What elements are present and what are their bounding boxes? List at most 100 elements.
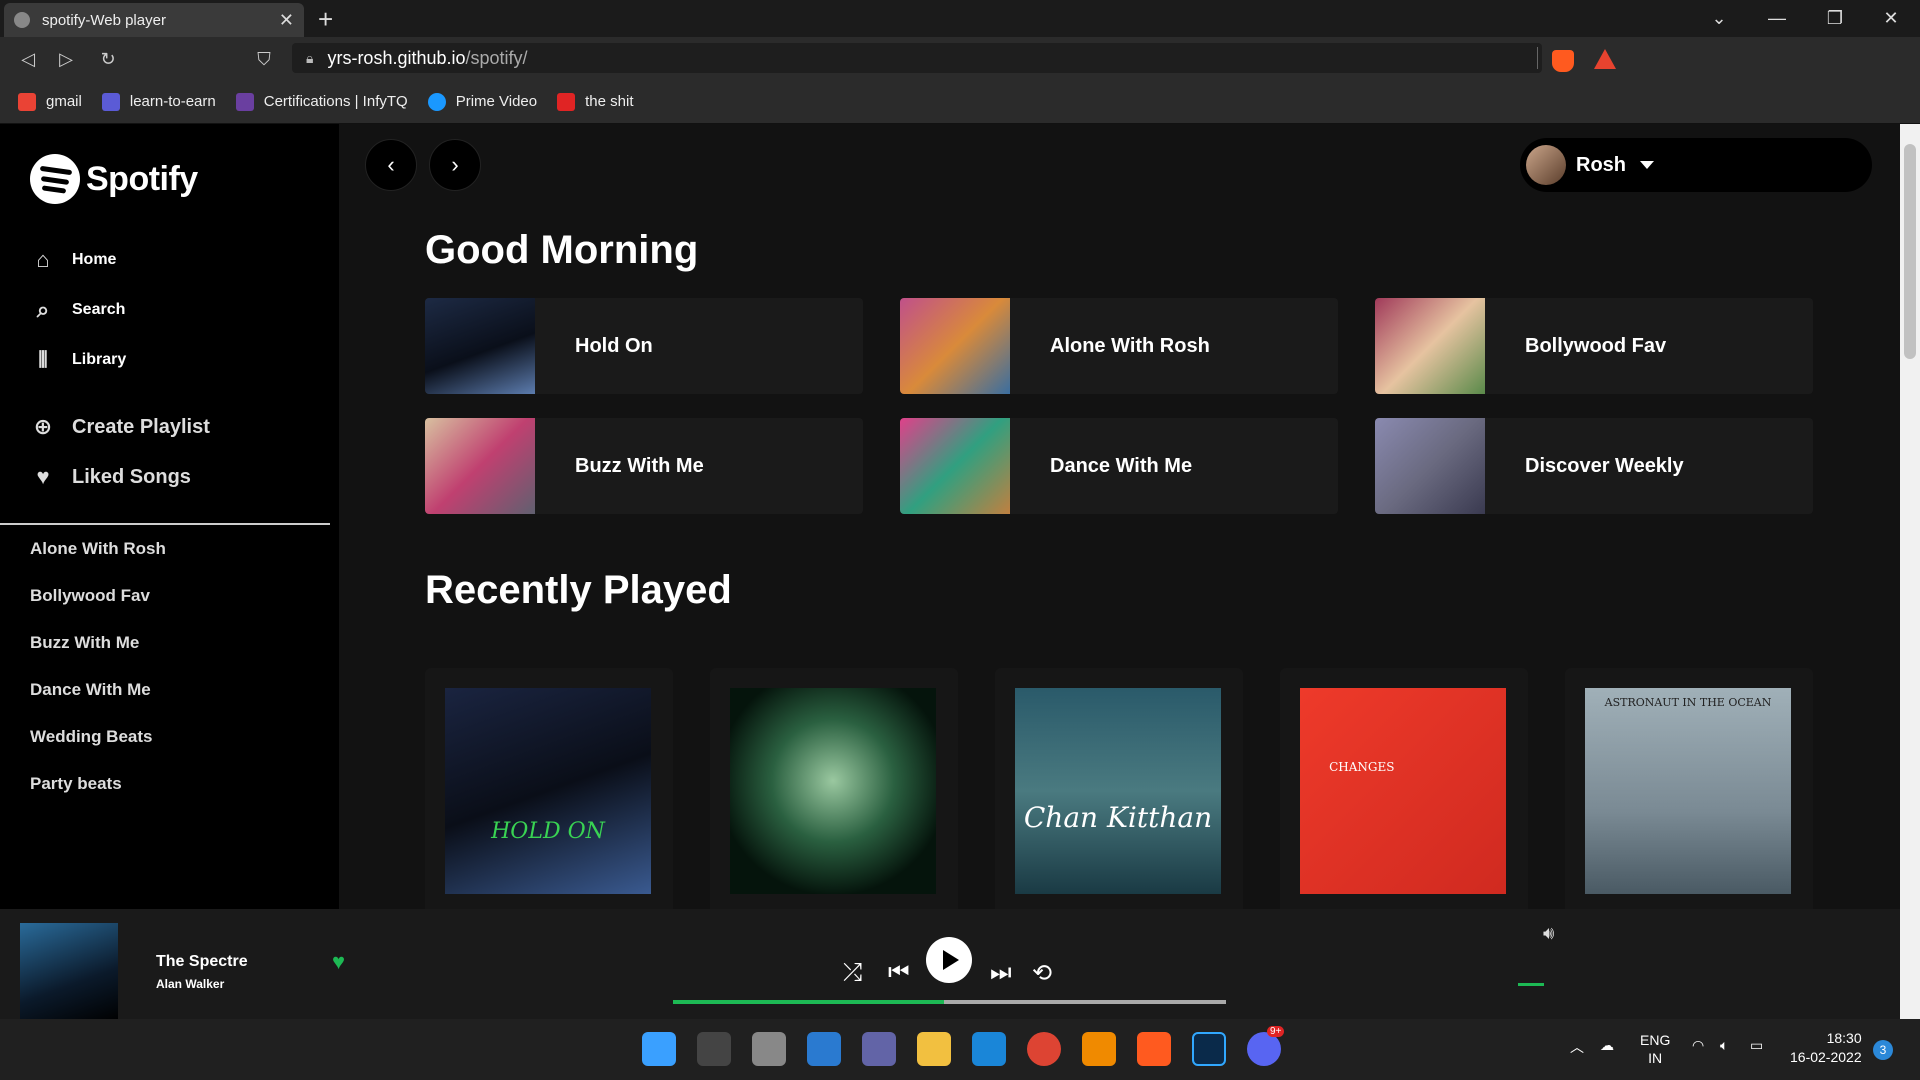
nav-library[interactable]: ⫴ Library [30, 347, 126, 373]
windows-taskbar: 9+ ︿ ☁ ENG IN ◠ 🔈︎ ▭ 18:30 16-02-2022 3 [0, 1019, 1920, 1080]
user-menu[interactable]: Rosh [1520, 138, 1872, 192]
brave-icon[interactable] [1137, 1032, 1171, 1066]
sidebar-playlist[interactable]: Wedding Beats [30, 727, 152, 747]
browser-tab[interactable]: spotify-Web player ✕ [4, 3, 304, 37]
repeat-icon[interactable]: ⟲ [1032, 959, 1052, 988]
task-view-icon[interactable] [752, 1032, 786, 1066]
progress-bar[interactable] [673, 1000, 1226, 1004]
sidebar-playlist[interactable]: Party beats [30, 774, 122, 794]
user-name: Rosh [1576, 153, 1626, 176]
bookmark-folder-icon [557, 92, 576, 111]
shuffle-icon[interactable]: ⤮ [843, 959, 862, 987]
url-bar[interactable]: 🔒︎ yrs-rosh.github.io/spotify/ [292, 43, 1542, 73]
language-indicator[interactable]: ENG IN [1640, 1031, 1670, 1067]
volume-slider[interactable] [1518, 983, 1544, 986]
bookmark-gmail[interactable]: gmail [18, 92, 82, 111]
quick-card[interactable]: Discover Weekly [1375, 418, 1813, 514]
bookmark-prime-video[interactable]: Prime Video [427, 92, 537, 111]
bookmark-the-shit[interactable]: the shit [557, 92, 634, 111]
nav-search[interactable]: ⌕ Search [30, 297, 126, 323]
create-playlist-button[interactable]: ⊕ Create Playlist [30, 414, 210, 440]
brave-shields-icon[interactable] [1552, 50, 1574, 72]
tray-chevron-icon[interactable]: ︿ [1570, 1037, 1584, 1057]
history-forward-button[interactable]: › [429, 139, 481, 191]
start-icon[interactable] [642, 1032, 676, 1066]
play-icon [943, 950, 959, 970]
cover-art: CHANGES [1300, 688, 1506, 894]
history-back-button[interactable]: ‹ [365, 139, 417, 191]
new-tab-button[interactable]: + [318, 4, 333, 35]
library-icon: ⫴ [38, 347, 48, 372]
brand-name: Spotify [86, 159, 198, 198]
next-icon[interactable]: ⏭ [990, 959, 1012, 987]
spotify-logo[interactable]: Spotify [30, 154, 198, 204]
back-button[interactable]: ◁ [14, 45, 42, 73]
avatar [1526, 145, 1566, 185]
sidebar-playlist[interactable]: Alone With Rosh [30, 539, 166, 559]
sidebar-playlist[interactable]: Buzz With Me [30, 633, 139, 653]
wifi-icon[interactable]: ◠ [1692, 1037, 1704, 1054]
recent-card[interactable]: CHANGES [1280, 668, 1528, 928]
vscode-icon[interactable] [972, 1032, 1006, 1066]
cover-art [900, 418, 1010, 514]
sidebar-playlist[interactable]: Bollywood Fav [30, 586, 150, 606]
restore-button[interactable]: ❐ [1806, 0, 1864, 37]
scrollbar-thumb[interactable] [1904, 144, 1916, 359]
recent-card[interactable] [710, 668, 958, 928]
onedrive-icon[interactable]: ☁ [1600, 1037, 1614, 1054]
reload-button[interactable]: ↻ [94, 45, 122, 73]
quick-card[interactable]: Dance With Me [900, 418, 1338, 514]
forward-button[interactable]: ▷ [52, 45, 80, 73]
like-heart-icon[interactable]: ♥ [332, 949, 345, 975]
volume-icon[interactable]: 🔊︎ [1543, 923, 1554, 944]
now-playing-art [20, 923, 118, 1019]
url-host: yrs-rosh.github.io [327, 47, 466, 68]
nav-home[interactable]: ⌂ Home [30, 247, 116, 273]
now-playing-title[interactable]: The Spectre [156, 953, 248, 971]
close-window-button[interactable]: ✕ [1862, 0, 1920, 37]
teams-chat-icon[interactable] [862, 1032, 896, 1066]
infytq-icon [235, 92, 254, 111]
chrome-icon[interactable] [1027, 1032, 1061, 1066]
home-icon: ⌂ [36, 247, 50, 272]
recent-card[interactable]: HOLD ON [425, 668, 673, 928]
page-scrollbar[interactable] [1900, 124, 1920, 1019]
minimize-button[interactable]: — [1748, 0, 1806, 37]
file-explorer-icon[interactable] [917, 1032, 951, 1066]
battery-icon[interactable]: ▭ [1750, 1037, 1763, 1054]
bookmark-infytq[interactable]: Certifications | InfyTQ [235, 92, 408, 111]
bookmark-learn-to-earn[interactable]: learn-to-earn [101, 92, 216, 111]
close-tab-icon[interactable]: ✕ [279, 10, 294, 31]
sidebar: Spotify ⌂ Home ⌕ Search ⫴ Library ⊕ Create P… [0, 124, 339, 909]
play-button[interactable] [926, 937, 972, 983]
recent-card[interactable]: Chan Kitthan [995, 668, 1243, 928]
recent-card[interactable]: ASTRONAUT IN THE OCEAN [1565, 668, 1813, 928]
quick-card[interactable]: Hold On [425, 298, 863, 394]
clock[interactable]: 18:30 16-02-2022 [1790, 1029, 1862, 1067]
brave-rewards-icon[interactable] [1594, 49, 1616, 69]
sidebar-divider [0, 523, 330, 525]
notification-badge[interactable]: 3 [1873, 1040, 1893, 1060]
tab-search-icon[interactable]: ⌄ [1690, 0, 1748, 37]
greeting-heading: Good Morning [425, 228, 699, 272]
browser-tabbar: spotify-Web player ✕ + ⌄ — ❐ ✕ [0, 0, 1920, 37]
speaker-icon[interactable]: 🔈︎ [1720, 1037, 1728, 1054]
vlc-icon[interactable] [1082, 1032, 1116, 1066]
search-icon[interactable] [697, 1032, 731, 1066]
cover-art [1375, 418, 1485, 514]
now-playing-artist[interactable]: Alan Walker [156, 977, 224, 991]
previous-icon[interactable]: ⏮ [888, 959, 910, 987]
photoshop-icon[interactable] [1192, 1032, 1226, 1066]
widgets-icon[interactable] [807, 1032, 841, 1066]
discord-icon[interactable]: 9+ [1247, 1026, 1285, 1066]
discord-badge: 9+ [1267, 1026, 1285, 1037]
quick-card[interactable]: Buzz With Me [425, 418, 863, 514]
liked-songs-button[interactable]: ♥ Liked Songs [30, 464, 190, 490]
quick-card[interactable]: Alone With Rosh [900, 298, 1338, 394]
cover-art [425, 298, 535, 394]
address-toolbar: ◁ ▷ ↻ ⛉ 🔒︎ yrs-rosh.github.io/spotify/ ✱… [0, 37, 1920, 107]
search-icon: ⌕ [36, 297, 50, 322]
sidebar-playlist[interactable]: Dance With Me [30, 680, 151, 700]
bookmark-icon[interactable]: ⛉ [250, 45, 278, 73]
quick-card[interactable]: Bollywood Fav [1375, 298, 1813, 394]
